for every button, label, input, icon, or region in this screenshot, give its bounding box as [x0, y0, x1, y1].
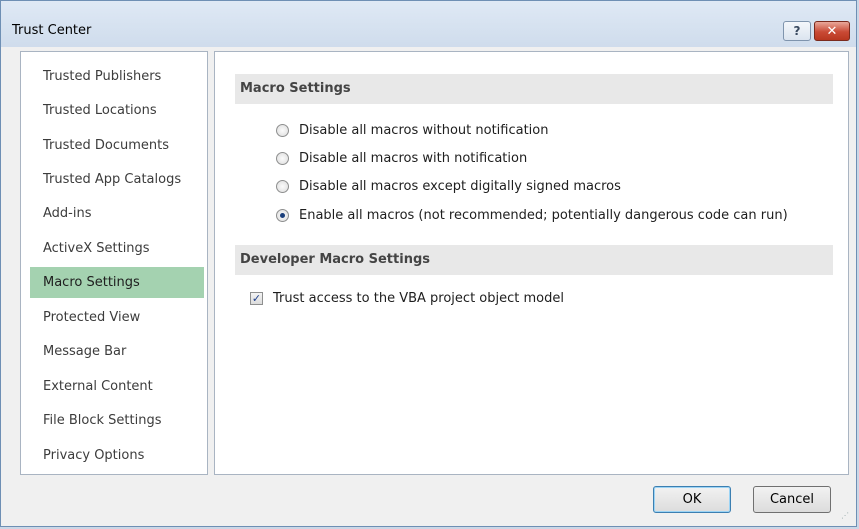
- nav-item-trusted-app-catalogs[interactable]: Trusted App Catalogs: [30, 164, 204, 195]
- nav-item-message-bar[interactable]: Message Bar: [30, 336, 204, 367]
- radio-disable-except-signed[interactable]: Disable all macros except digitally sign…: [276, 176, 621, 196]
- nav-item-macro-settings[interactable]: Macro Settings: [30, 267, 204, 298]
- radio-button-selected[interactable]: [276, 208, 289, 222]
- radio-disable-with-notification[interactable]: Disable all macros with notification: [276, 148, 527, 168]
- nav-item-trusted-locations[interactable]: Trusted Locations: [30, 95, 204, 126]
- nav-item-trusted-publishers[interactable]: Trusted Publishers: [30, 61, 204, 92]
- category-list: Trusted Publishers Trusted Locations Tru…: [20, 51, 208, 475]
- vba-access-label: Trust access to the VBA project object m…: [273, 290, 564, 306]
- radio-enable-all-macros[interactable]: Enable all macros (not recommended; pote…: [276, 205, 788, 225]
- title-bar[interactable]: Trust Center ? ✕: [1, 1, 856, 47]
- checkmark-icon: ✓: [251, 291, 262, 305]
- vba-access-checkbox[interactable]: ✓: [250, 291, 263, 305]
- resize-grip-icon[interactable]: ⋰: [841, 511, 851, 521]
- nav-item-activex-settings[interactable]: ActiveX Settings: [30, 233, 204, 264]
- radio-label: Disable all macros without notification: [299, 122, 549, 138]
- radio-label: Disable all macros except digitally sign…: [299, 178, 621, 194]
- trust-center-dialog: Trust Center ? ✕ Trusted Publishers Trus…: [0, 0, 857, 527]
- close-button[interactable]: ✕: [814, 21, 850, 41]
- nav-item-trusted-documents[interactable]: Trusted Documents: [30, 130, 204, 161]
- nav-item-file-block-settings[interactable]: File Block Settings: [30, 405, 204, 436]
- radio-disable-without-notification[interactable]: Disable all macros without notification: [276, 120, 548, 140]
- radio-button[interactable]: [276, 179, 289, 193]
- radio-label: Disable all macros with notification: [299, 150, 528, 166]
- radio-label: Enable all macros (not recommended; pote…: [299, 207, 788, 223]
- nav-item-protected-view[interactable]: Protected View: [30, 302, 204, 333]
- cancel-button[interactable]: Cancel: [753, 486, 831, 513]
- radio-button[interactable]: [276, 123, 289, 137]
- help-icon: ?: [793, 24, 801, 38]
- vba-access-checkbox-row[interactable]: ✓ Trust access to the VBA project object…: [250, 288, 564, 308]
- developer-settings-header: Developer Macro Settings: [235, 245, 833, 275]
- nav-item-external-content[interactable]: External Content: [30, 371, 204, 402]
- nav-item-add-ins[interactable]: Add-ins: [30, 198, 204, 229]
- close-icon: ✕: [826, 23, 838, 39]
- settings-panel: Macro Settings Disable all macros withou…: [214, 51, 849, 475]
- radio-button[interactable]: [276, 151, 289, 165]
- help-button[interactable]: ?: [783, 21, 811, 41]
- nav-item-privacy-options[interactable]: Privacy Options: [30, 440, 204, 471]
- macro-settings-header: Macro Settings: [235, 74, 833, 104]
- window-title: Trust Center: [12, 23, 92, 38]
- ok-button[interactable]: OK: [653, 486, 731, 513]
